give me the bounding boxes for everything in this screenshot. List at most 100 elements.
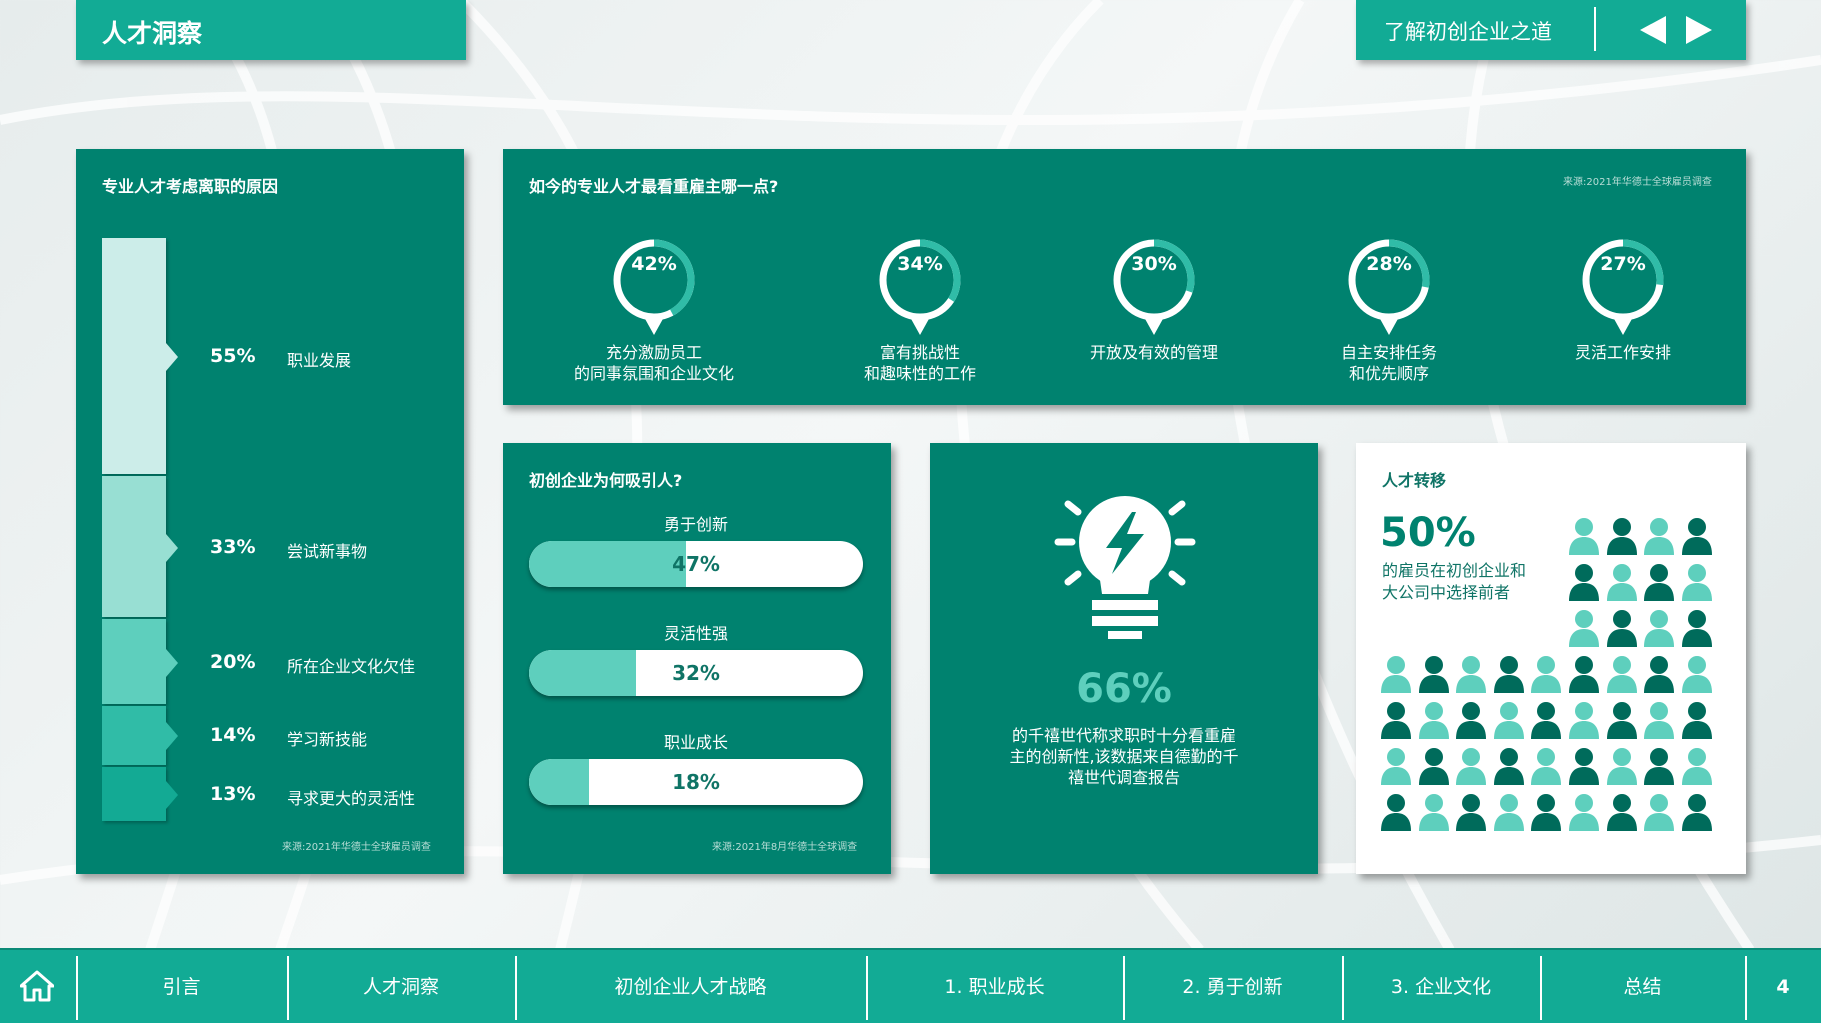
funnel-segment — [102, 238, 166, 475]
nav-item[interactable]: 初创企业人才战略 — [515, 950, 866, 1023]
person-icon — [1569, 518, 1599, 555]
progress-bar: 32% — [529, 650, 863, 696]
millennials-percent: 66% — [1076, 666, 1172, 712]
nav-item[interactable]: 1. 职业成长 — [866, 950, 1123, 1023]
bar-label: 职业成长 — [663, 733, 728, 752]
nav-separator — [287, 956, 289, 1020]
person-icon — [1606, 702, 1637, 739]
donut-label-line1: 开放及有效的管理 — [1089, 343, 1218, 362]
donut-percent: 34% — [897, 253, 943, 275]
header-bar: 人才洞察 — [76, 0, 466, 60]
nav-separator — [1745, 956, 1747, 1020]
donut-label-line1: 灵活工作安排 — [1574, 343, 1671, 362]
millennials-line2: 主的创新性,该数据来自德勤的千 — [1009, 747, 1239, 766]
person-icon — [1644, 702, 1675, 739]
startup-attraction-source: 来源:2021年8月华德士全球调查 — [712, 842, 858, 853]
funnel-segment — [102, 619, 166, 704]
person-icon — [1381, 794, 1411, 831]
nav-item[interactable]: 3. 企业文化 — [1342, 950, 1540, 1023]
person-icon — [1644, 794, 1675, 831]
leave-reasons-source: 来源:2021年华德士全球雇员调查 — [282, 842, 431, 853]
donut-chart — [613, 239, 695, 335]
progress-bar-percent: 18% — [672, 770, 720, 794]
nav-item[interactable]: 总结 — [1540, 950, 1745, 1023]
person-icon — [1381, 748, 1411, 785]
funnel-label: 寻求更大的灵活性 — [287, 788, 416, 808]
donut-percent: 28% — [1366, 253, 1412, 275]
person-icon — [1493, 656, 1524, 693]
funnel-segment — [102, 706, 166, 765]
bar-label: 灵活性强 — [663, 624, 728, 643]
millennials-text: 的千禧世代称求职时十分看重雇 主的创新性,该数据来自德勤的千 禧世代调查报告 — [980, 725, 1268, 788]
person-icon — [1681, 748, 1712, 785]
person-icon — [1606, 518, 1637, 555]
person-icon — [1644, 610, 1675, 647]
nav-item[interactable]: 人才洞察 — [287, 950, 515, 1023]
person-icon — [1569, 702, 1599, 739]
person-icon — [1606, 564, 1637, 601]
talent-shift-text: 的雇员在初创企业和 大公司中选择前者 — [1382, 560, 1526, 604]
person-icon — [1681, 610, 1712, 647]
top-nav-link[interactable]: 了解初创企业之道 — [1384, 16, 1552, 46]
millennials-line3: 禧世代调查报告 — [1067, 768, 1180, 787]
funnel-percent: 13% — [210, 782, 256, 805]
donut-label-line2: 和优先顺序 — [1348, 364, 1429, 383]
home-icon[interactable] — [20, 970, 54, 1002]
donut-label-line2: 和趣味性的工作 — [863, 364, 976, 383]
leave-reasons-title: 专业人才考虑离职的原因 — [102, 177, 279, 196]
person-icon — [1606, 748, 1637, 785]
funnel-arrow — [166, 722, 178, 751]
person-icon — [1681, 702, 1712, 739]
person-icon — [1456, 702, 1487, 739]
nav-item[interactable]: 引言 — [76, 950, 287, 1023]
person-icon — [1569, 748, 1599, 785]
funnel-arrow — [166, 780, 178, 809]
person-icon — [1493, 794, 1524, 831]
funnel-arrow — [166, 648, 178, 677]
person-icon — [1681, 564, 1712, 601]
startup-attraction-title: 初创企业为何吸引人? — [529, 471, 683, 490]
funnel-label: 职业发展 — [287, 351, 352, 371]
nav-separator — [1342, 956, 1344, 1020]
person-icon — [1569, 794, 1599, 831]
person-icon — [1381, 702, 1411, 739]
donut-chart — [1582, 239, 1664, 335]
page-title: 人才洞察 — [102, 19, 203, 48]
nav-separator — [1123, 956, 1125, 1020]
person-icon — [1531, 702, 1562, 739]
person-icon — [1644, 518, 1675, 555]
nav-separator — [515, 956, 517, 1020]
millennials-line1: 的千禧世代称求职时十分看重雇 — [1011, 726, 1236, 745]
talent-shift-line2: 大公司中选择前者 — [1382, 583, 1511, 602]
next-arrow-icon[interactable] — [1684, 14, 1714, 46]
funnel-percent: 20% — [210, 650, 256, 673]
funnel-percent: 14% — [210, 724, 256, 747]
donut-label: 自主安排任务 和优先顺序 — [1289, 342, 1489, 384]
person-icon — [1493, 748, 1524, 785]
talent-shift-line1: 的雇员在初创企业和 — [1382, 561, 1527, 580]
person-icon — [1644, 748, 1675, 785]
talent-shift-title: 人才转移 — [1382, 471, 1447, 490]
nav-item[interactable]: 2. 勇于创新 — [1123, 950, 1342, 1023]
employer-values-source: 来源:2021年华德士全球雇员调查 — [1563, 177, 1712, 188]
person-icon — [1456, 748, 1487, 785]
funnel-label: 所在企业文化欠佳 — [287, 656, 416, 676]
funnel-percent: 55% — [210, 345, 256, 368]
progress-bar: 47% — [529, 541, 863, 587]
donut-chart — [1113, 239, 1195, 335]
lightbulb-icon — [1054, 496, 1196, 639]
funnel-percent: 33% — [210, 535, 256, 558]
funnel-label: 学习新技能 — [287, 730, 368, 750]
donut-percent: 42% — [631, 253, 677, 275]
donut-label: 充分激励员工 的同事氛围和企业文化 — [554, 342, 754, 384]
person-icon — [1456, 656, 1487, 693]
prev-arrow-icon[interactable] — [1638, 14, 1668, 46]
nav-separator — [866, 956, 868, 1020]
employer-values-title: 如今的专业人才最看重雇主哪一点? — [529, 177, 779, 196]
page-number: 4 — [1776, 976, 1790, 998]
donut-label: 富有挑战性 和趣味性的工作 — [820, 342, 1020, 384]
nav-separator — [76, 956, 78, 1020]
person-icon — [1569, 656, 1599, 693]
donut-label: 开放及有效的管理 — [1054, 342, 1254, 363]
bar-label: 勇于创新 — [663, 515, 728, 534]
